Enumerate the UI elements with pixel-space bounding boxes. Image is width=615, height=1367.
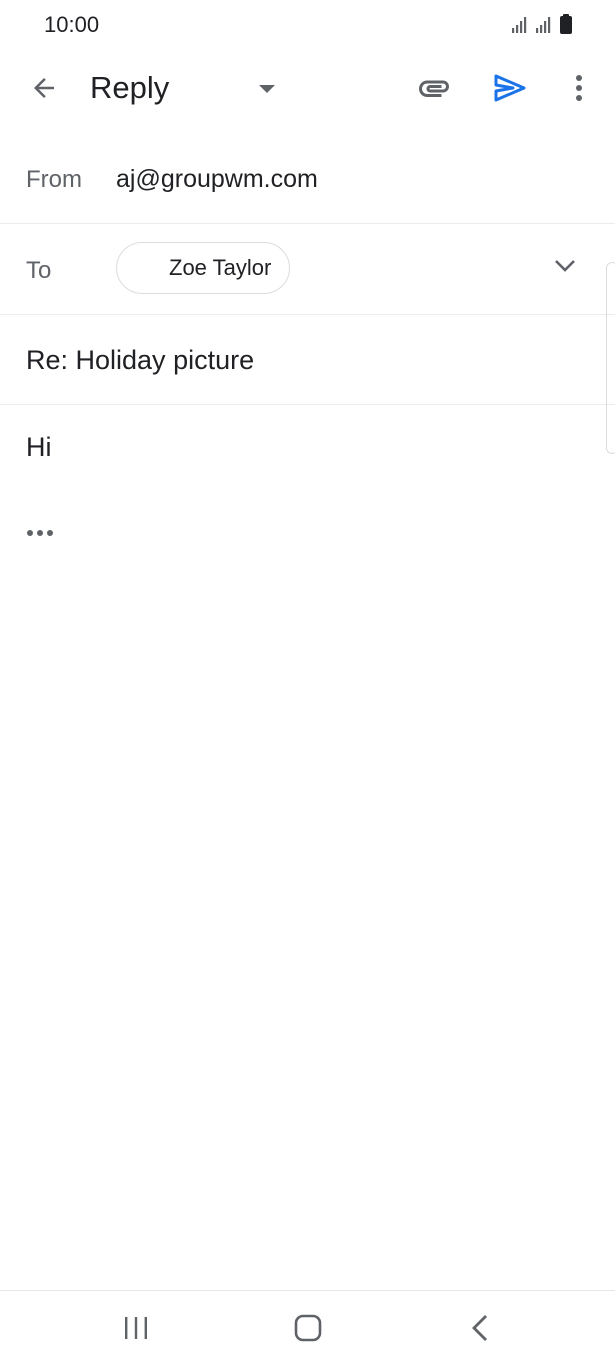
ellipsis-icon [26, 524, 54, 542]
nav-back-button[interactable] [455, 1309, 505, 1351]
from-row: From aj@groupwm.com [0, 128, 615, 224]
chevron-down-icon [553, 258, 577, 279]
more-vert-icon [575, 74, 583, 107]
caret-down-icon [258, 81, 276, 99]
battery-icon [559, 14, 573, 34]
status-time: 10:00 [44, 12, 100, 37]
subject-field[interactable]: Re: Holiday picture [26, 345, 254, 376]
recents-icon [123, 1316, 149, 1345]
status-bar: 10:00 [0, 0, 615, 52]
attach-button[interactable] [410, 66, 458, 114]
send-button[interactable] [486, 66, 534, 114]
more-options-button[interactable] [556, 66, 602, 114]
from-address[interactable]: aj@groupwm.com [116, 165, 318, 194]
signal-icon [511, 16, 529, 34]
show-quoted-text-button[interactable] [22, 520, 58, 546]
home-button[interactable] [283, 1309, 333, 1351]
recents-button[interactable] [111, 1309, 161, 1351]
page-title: Reply [90, 70, 170, 105]
send-icon [493, 73, 527, 108]
arrow-back-icon [29, 73, 59, 108]
back-button[interactable] [20, 66, 68, 114]
to-label: To [26, 257, 52, 284]
status-icons [511, 14, 573, 34]
paperclip-icon [416, 70, 452, 111]
app-bar: Reply [0, 52, 615, 128]
expand-recipients-button[interactable] [545, 244, 585, 292]
home-icon [294, 1314, 322, 1347]
message-body[interactable]: Hi [26, 432, 52, 463]
back-icon [471, 1314, 489, 1347]
signal-icon [535, 16, 553, 34]
recipient-chip[interactable]: Zoe Taylor [116, 242, 290, 294]
recipient-chip-label: Zoe Taylor [169, 255, 272, 280]
subject-row[interactable]: Re: Holiday picture [0, 315, 615, 405]
system-nav-bar [0, 1290, 615, 1367]
from-label: From [26, 166, 82, 193]
to-row[interactable]: To Zoe Taylor [0, 224, 615, 315]
scroll-handle[interactable] [606, 262, 615, 454]
reply-type-dropdown[interactable] [246, 66, 288, 114]
